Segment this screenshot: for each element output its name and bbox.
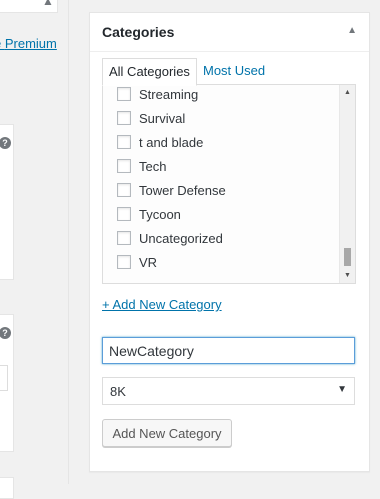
category-label: Streaming	[139, 87, 199, 102]
category-label: Uncategorized	[139, 231, 223, 246]
category-checkbox[interactable]	[117, 135, 131, 149]
new-category-input[interactable]	[102, 337, 355, 364]
help-icon[interactable]: ?	[0, 137, 11, 149]
category-item-vr[interactable]: VR	[117, 255, 337, 279]
category-item-uncategorized[interactable]: Uncategorized	[117, 231, 337, 255]
metabox-header[interactable]: Categories ▲	[90, 13, 369, 52]
category-item-streaming[interactable]: Streaming	[117, 87, 337, 111]
left-top-box: ▲	[0, 0, 58, 13]
left-card-1: ?	[0, 124, 14, 280]
scroll-up-icon[interactable]: ▲	[340, 85, 355, 100]
column-divider	[68, 0, 69, 484]
category-label: VR	[139, 255, 158, 270]
category-checkbox[interactable]	[117, 183, 131, 197]
collapse-up-icon[interactable]: ▲	[347, 25, 357, 36]
category-label: Tycoon	[139, 207, 181, 222]
scrollbar-thumb[interactable]	[344, 248, 351, 266]
category-label: Tech	[139, 159, 167, 174]
left-card-2: ?	[0, 314, 14, 452]
premium-link[interactable]: e Premium	[0, 36, 57, 51]
category-checkbox[interactable]	[117, 231, 131, 245]
categories-metabox: Categories ▲ All Categories Most Used St…	[89, 12, 370, 472]
add-new-category-link[interactable]: + Add New Category	[102, 297, 222, 312]
checklist-scrollbar[interactable]: ▲ ▼	[339, 85, 355, 283]
category-checkbox[interactable]	[117, 255, 131, 269]
metabox-title: Categories	[102, 24, 175, 40]
category-checkbox[interactable]	[117, 207, 131, 221]
parent-select-value: 8K	[110, 384, 126, 399]
category-item-t-and-blade[interactable]: t and blade	[117, 135, 337, 159]
help-icon[interactable]: ?	[0, 327, 11, 339]
category-checklist-panel: Streaming Survival t and blade Tech Towe…	[102, 84, 356, 284]
left-column: ▲ e Premium ? ?	[0, 0, 68, 499]
category-checkbox[interactable]	[117, 111, 131, 125]
tab-all-categories[interactable]: All Categories	[102, 58, 197, 86]
scroll-down-icon[interactable]: ▼	[340, 268, 355, 283]
category-label: t and blade	[139, 135, 204, 150]
category-checkbox[interactable]	[117, 159, 131, 173]
premium-link-text: Premium	[4, 36, 57, 51]
tab-most-used[interactable]: Most Used	[197, 58, 271, 84]
category-item-survival[interactable]: Survival	[117, 111, 337, 135]
category-item-tycoon[interactable]: Tycoon	[117, 207, 337, 231]
add-new-category-button[interactable]: Add New Category	[102, 419, 232, 447]
parent-category-select[interactable]: 8K ▼	[102, 377, 355, 405]
category-item-tech[interactable]: Tech	[117, 159, 337, 183]
category-label: Tower Defense	[139, 183, 226, 198]
category-label: Survival	[139, 111, 186, 126]
collapse-arrow-icon[interactable]: ▲	[42, 0, 54, 8]
dropdown-arrow-icon: ▼	[337, 384, 347, 395]
left-card-3	[0, 477, 14, 499]
category-item-tower-defense[interactable]: Tower Defense	[117, 183, 337, 207]
category-checkbox[interactable]	[117, 87, 131, 101]
left-input-field[interactable]	[0, 365, 8, 391]
